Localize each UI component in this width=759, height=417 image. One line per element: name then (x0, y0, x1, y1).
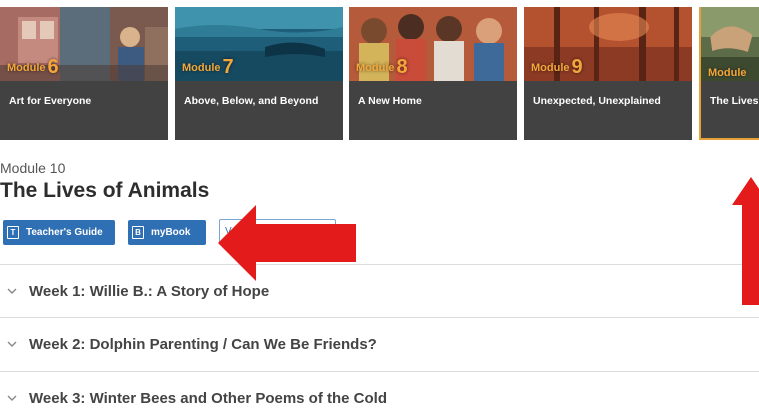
module-8-label: Module 8 (356, 56, 408, 78)
module-title: The Lives of Animals (0, 179, 210, 202)
book-icon: T (7, 226, 19, 239)
module-card-7[interactable]: Module 7 Above, Below, and Beyond (175, 7, 343, 140)
third-resource-button[interactable]: V (219, 219, 336, 245)
module-8-image: Module 8 (349, 7, 517, 81)
module-9-title: Unexpected, Unexplained (533, 95, 661, 107)
chevron-down-icon (0, 288, 24, 295)
teachers-guide-label: Teacher's Guide (26, 227, 103, 238)
week-title: Week 2: Dolphin Parenting / Can We Be Fr… (29, 335, 377, 353)
module-7-label: Module 7 (182, 56, 234, 78)
module-6-label: Module 6 (7, 56, 59, 78)
module-6-image: Module 6 (0, 7, 168, 81)
mybook-button[interactable]: B myBook (128, 220, 206, 245)
mybook-label: myBook (151, 227, 191, 238)
week-row-3[interactable]: Week 3: Winter Bees and Other Poems of t… (0, 371, 759, 417)
module-8-title: A New Home (358, 95, 422, 107)
module-7-image: Module 7 (175, 7, 343, 81)
book-icon: B (132, 226, 144, 239)
module-card-10[interactable]: Module The Lives (699, 7, 759, 140)
module-10-label: Module (708, 67, 747, 79)
module-10-image: Module (701, 7, 759, 81)
module-card-9[interactable]: Module 9 Unexpected, Unexplained (524, 7, 692, 140)
module-number-label: Module 10 (0, 160, 66, 176)
module-7-title: Above, Below, and Beyond (184, 95, 319, 107)
week-row-2[interactable]: Week 2: Dolphin Parenting / Can We Be Fr… (0, 317, 759, 370)
module-card-6[interactable]: Module 6 Art for Everyone (0, 7, 168, 140)
week-row-1[interactable]: Week 1: Willie B.: A Story of Hope (0, 264, 759, 317)
app-viewport: Module 6 Art for Everyone Module 7 Above, … (0, 0, 759, 417)
module-card-8[interactable]: Module 8 A New Home (349, 7, 517, 140)
teachers-guide-button[interactable]: T Teacher's Guide (3, 220, 115, 245)
week-title: Week 3: Winter Bees and Other Poems of t… (29, 389, 387, 407)
module-6-title: Art for Everyone (9, 95, 92, 107)
chevron-down-icon (0, 395, 24, 402)
module-9-image: Module 9 (524, 7, 692, 81)
third-resource-label: V (225, 226, 232, 237)
module-9-label: Module 9 (531, 56, 583, 78)
module-carousel: Module 6 Art for Everyone Module 7 Above, … (0, 7, 759, 142)
week-title: Week 1: Willie B.: A Story of Hope (29, 282, 270, 300)
chevron-down-icon (0, 341, 24, 348)
module-10-title: The Lives (710, 95, 759, 107)
